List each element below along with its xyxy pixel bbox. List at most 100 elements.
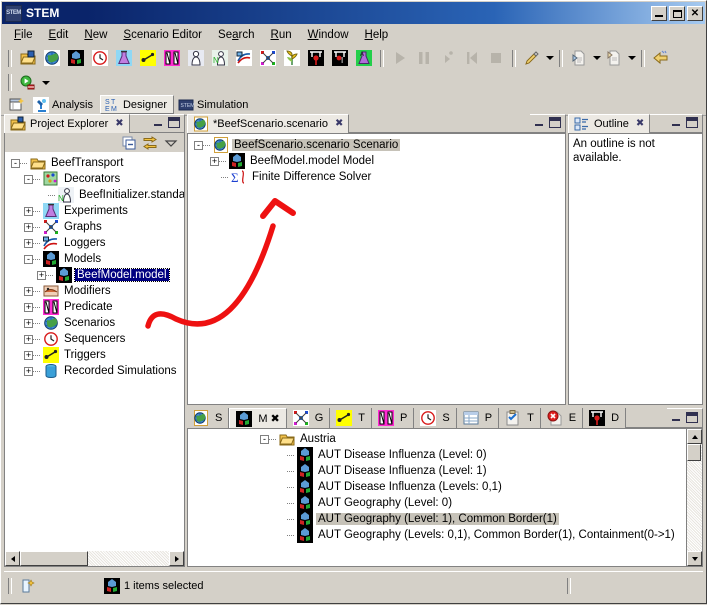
maximize-bottom-button[interactable]: [686, 411, 698, 423]
collapse-toggle-icon[interactable]: -: [260, 434, 269, 444]
tree-row[interactable]: + Graphs: [5, 219, 184, 235]
expand-toggle-icon[interactable]: +: [24, 206, 33, 216]
tree-row[interactable]: + Scenarios: [5, 315, 184, 331]
tree-row[interactable]: + BeefModel.model: [5, 267, 184, 283]
run-icon[interactable]: [388, 47, 412, 69]
new-predicate-icon[interactable]: [160, 47, 184, 69]
expand-toggle-icon[interactable]: +: [24, 286, 33, 296]
menu-run[interactable]: Run: [264, 27, 299, 43]
import-dropdown-arrow-icon[interactable]: [591, 47, 602, 69]
run-dropdown-arrow-icon[interactable]: [40, 72, 51, 94]
menu-help[interactable]: Help: [358, 27, 396, 43]
minimize-bottom-button[interactable]: [671, 412, 683, 423]
collapse-all-icon[interactable]: [121, 135, 137, 151]
perspective-tab-simulation[interactable]: STEM Simulation: [175, 95, 254, 114]
tree-row[interactable]: + Modifiers: [5, 283, 184, 299]
import-icon[interactable]: [567, 47, 591, 69]
open-project-icon[interactable]: [16, 47, 40, 69]
bottom-tab-predicates[interactable]: P: [372, 408, 415, 428]
tree-row[interactable]: + BeefModel.model Model: [188, 153, 565, 169]
bottom-tab-sequencers[interactable]: S: [414, 408, 457, 428]
menu-search[interactable]: Search: [211, 27, 261, 43]
new-experiment-flask-icon[interactable]: [112, 47, 136, 69]
bottom-list-vscrollbar[interactable]: [686, 429, 702, 566]
run-simulation-icon[interactable]: [16, 72, 40, 94]
tab-project-explorer[interactable]: Project Explorer ✖: [4, 114, 130, 133]
tree-row[interactable]: - Decorators: [5, 171, 184, 187]
new-graph-icon[interactable]: [256, 47, 280, 69]
expand-toggle-icon[interactable]: +: [24, 222, 33, 232]
tree-row[interactable]: AUT Disease Influenza (Level: 1): [254, 463, 702, 479]
hscroll-thumb[interactable]: [20, 551, 88, 566]
vscroll-thumb[interactable]: [687, 444, 701, 461]
scroll-left-button[interactable]: [5, 551, 20, 566]
stop-icon[interactable]: [484, 47, 508, 69]
tab-outline[interactable]: Outline ✖: [568, 114, 651, 133]
tree-row[interactable]: + Triggers: [5, 347, 184, 363]
models-list-tree[interactable]: - Austria AUT Disease Influenza (Level: 0)…: [188, 429, 702, 543]
scenario-tree[interactable]: - BeefScenario.scenario Scenario + BeefMode…: [188, 134, 565, 185]
hscroll-track[interactable]: [20, 551, 169, 566]
new-automatic-experiment-icon[interactable]: A: [352, 47, 376, 69]
tree-row[interactable]: - Austria: [254, 431, 702, 447]
expand-toggle-icon[interactable]: +: [210, 156, 219, 166]
open-perspective-icon[interactable]: [5, 94, 29, 116]
new-model-icon[interactable]: [64, 47, 88, 69]
tree-row[interactable]: AUT Geography (Level: 0): [254, 495, 702, 511]
minimize-button[interactable]: [651, 5, 667, 21]
new-sequencer-clock-icon[interactable]: [88, 47, 112, 69]
maximize-view-button[interactable]: [168, 117, 180, 128]
bottom-tab-error-log[interactable]: E: [540, 408, 584, 428]
maximize-outline-button[interactable]: [686, 117, 698, 128]
menu-window[interactable]: Window: [301, 27, 356, 43]
close-button[interactable]: ✕: [687, 5, 703, 21]
tree-row[interactable]: + Predicate: [5, 299, 184, 315]
export-icon[interactable]: [602, 47, 626, 69]
scroll-right-button[interactable]: [169, 551, 184, 566]
back-arrow-icon[interactable]: [649, 47, 673, 69]
menu-edit[interactable]: Edit: [42, 27, 76, 43]
menu-file[interactable]: File: [7, 27, 40, 43]
new-population-icon[interactable]: [184, 47, 208, 69]
close-icon[interactable]: ✖: [115, 119, 123, 129]
tree-row[interactable]: N BeefInitializer.standardinitializer: [5, 187, 184, 203]
edit-dropdown-arrow-icon[interactable]: [544, 47, 555, 69]
bottom-tab-models[interactable]: M ✖: [229, 408, 287, 428]
scroll-down-button[interactable]: [687, 551, 702, 566]
new-population-initializer-icon[interactable]: N: [208, 47, 232, 69]
expand-toggle-icon[interactable]: +: [24, 366, 33, 376]
bottom-tab-properties[interactable]: P: [456, 408, 500, 428]
tree-row[interactable]: + Loggers: [5, 235, 184, 251]
minimize-outline-button[interactable]: [671, 117, 683, 128]
tree-row[interactable]: + Recorded Simulations: [5, 363, 184, 379]
project-explorer-hscrollbar[interactable]: [5, 551, 184, 566]
vscroll-track[interactable]: [687, 444, 702, 551]
tab-beefscenario-editor[interactable]: *BeefScenario.scenario ✖: [187, 114, 350, 133]
maximize-button[interactable]: [669, 5, 685, 21]
tree-row[interactable]: + Sequencers: [5, 331, 184, 347]
edit-pencil-icon[interactable]: [520, 47, 544, 69]
expand-toggle-icon[interactable]: +: [24, 334, 33, 344]
close-icon[interactable]: ✖: [335, 119, 343, 129]
bottom-tab-diseases[interactable]: D: [583, 408, 627, 428]
new-scenario-globe-icon[interactable]: [40, 47, 64, 69]
tree-row[interactable]: + Experiments: [5, 203, 184, 219]
perspective-tab-designer[interactable]: STEM Designer: [99, 95, 174, 114]
new-trigger-icon[interactable]: [136, 47, 160, 69]
tree-row[interactable]: Σ Finite Difference Solver: [188, 169, 565, 185]
view-menu-icon[interactable]: [163, 135, 179, 151]
project-explorer-tree[interactable]: - BeefTransport - Decorators N BeefInitialize…: [5, 152, 184, 379]
menu-new[interactable]: New: [77, 27, 114, 43]
minimize-view-button[interactable]: [153, 117, 165, 128]
bottom-tab-scenarios[interactable]: S: [187, 408, 230, 428]
tree-row[interactable]: AUT Disease Influenza (Level: 0): [254, 447, 702, 463]
perspective-tab-analysis[interactable]: Analysis: [30, 95, 99, 114]
collapse-toggle-icon[interactable]: -: [194, 140, 203, 150]
step-icon[interactable]: [436, 47, 460, 69]
scroll-up-button[interactable]: [687, 429, 702, 444]
tree-row[interactable]: - Models: [5, 251, 184, 267]
close-icon[interactable]: ✖: [271, 412, 280, 425]
bottom-tab-triggers[interactable]: T: [330, 408, 373, 428]
collapse-toggle-icon[interactable]: -: [11, 158, 20, 168]
export-dropdown-arrow-icon[interactable]: [626, 47, 637, 69]
